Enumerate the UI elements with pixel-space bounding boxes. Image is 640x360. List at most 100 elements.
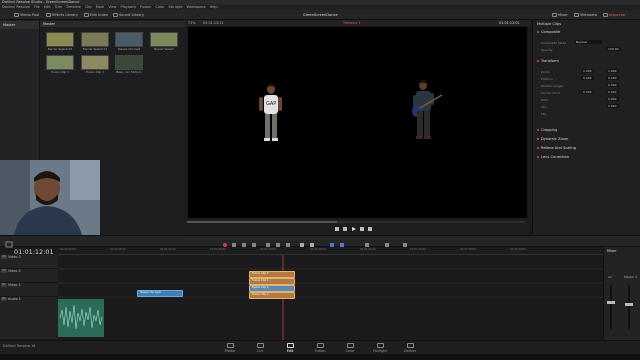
opacity-value[interactable]: 100.00 (606, 47, 621, 51)
anchor-y[interactable]: 0.000 (606, 90, 619, 94)
track-id: V3 (1, 255, 7, 259)
app-version: DaVinci Resolve 16 (3, 344, 36, 348)
menu-item[interactable]: Color (155, 5, 164, 9)
dynamic-zoom-section[interactable]: Dynamic Zoom (537, 137, 568, 141)
media-clip-thumbnail[interactable]: Bass - Ani 50 bpm (114, 55, 144, 77)
clip-label: Fusion Clip 2 (86, 70, 104, 74)
menu-item[interactable]: Fusion (140, 5, 151, 9)
track-id: V2 (1, 269, 7, 273)
project-title: GreenScreenDance (303, 13, 338, 17)
media-clip-thumbnail[interactable]: Fusion Clip 2 (80, 55, 110, 77)
edit-index-button[interactable]: Edit Index (84, 12, 108, 18)
clip-preview (81, 55, 109, 70)
media-clip-thumbnail[interactable]: Barrier Splash 03 (80, 32, 110, 54)
master-fader-track (628, 285, 630, 329)
zoom-y[interactable]: 1.000 (606, 69, 619, 73)
rotation-label: Rotation Angle (541, 84, 564, 88)
menu-item[interactable]: Edit (44, 5, 51, 9)
edit-page-icon (286, 343, 294, 348)
position-y[interactable]: 0.000 (606, 76, 619, 80)
media-pool-button[interactable]: Media Pool (14, 12, 39, 18)
mixer-button[interactable]: Mixer (552, 12, 568, 18)
timeline-clip[interactable]: Fusion Clip 2 (249, 271, 295, 278)
effects-library-button[interactable]: Effects Library (46, 12, 78, 18)
mixer-title: Mixer (607, 249, 617, 253)
timeline-area[interactable] (58, 247, 603, 340)
loop-button (368, 227, 372, 231)
track-header-v3[interactable]: V3 Video 3 (0, 255, 58, 269)
mixer-channel: A1 (608, 275, 612, 279)
guitarist-figure (412, 79, 443, 139)
page-tab-color[interactable]: Color (335, 342, 365, 353)
timeline-clip[interactable]: Fusion Clip 2 (249, 292, 295, 299)
cropping-section[interactable]: Cropping (537, 128, 557, 132)
media-clip-thumbnail[interactable]: Sleeve clip.mp4 (114, 32, 144, 54)
webcam-overlay (0, 160, 100, 235)
pitch-value[interactable]: 0.000 (606, 97, 619, 101)
sound-library-button[interactable]: Sound Library (113, 12, 144, 18)
ruler-timecode: 01:00:50:00 (60, 248, 76, 251)
timeline-clip[interactable]: Fusion Clip 1 (249, 278, 295, 285)
page-tab-media[interactable]: Media (215, 342, 245, 353)
media-page-icon (226, 343, 234, 348)
track-header-v1[interactable]: V1 Video 1 (0, 283, 58, 297)
timeline-clip[interactable]: Sleeve clip.mp4 (137, 290, 183, 297)
page-tab-fairlight[interactable]: Fairlight (365, 342, 395, 353)
inspector-icon (603, 13, 608, 17)
position-x[interactable]: 0.000 (581, 76, 594, 80)
lens-correction-section[interactable]: Lens Correction (537, 155, 569, 159)
clip-preview (81, 32, 109, 47)
menu-item[interactable]: Playback (121, 5, 137, 9)
svg-text:GAP: GAP (266, 101, 276, 107)
menu-item[interactable]: Help (210, 5, 218, 9)
media-clip-thumbnail[interactable]: Barrier Splash 03 (45, 32, 75, 54)
ruler-timecode: 01:01:20:00 (310, 248, 326, 251)
track-header-a1[interactable]: A1 Audio 1 (0, 297, 58, 340)
clip-label: Bass - Ani 50 bpm (116, 70, 142, 74)
viewer-canvas[interactable]: GAP (188, 27, 527, 218)
track-header-v2[interactable]: V2 Video 2 (0, 269, 58, 283)
menu-item[interactable]: Timeline (66, 5, 81, 9)
media-clip-thumbnail[interactable]: Fusion Clip 1 (45, 55, 75, 77)
yaw-label: Yaw (541, 105, 547, 109)
ruler-timecode: 01:01:38:00 (460, 248, 476, 251)
composite-mode-select[interactable]: Normal (574, 40, 602, 44)
page-tab-edit[interactable]: Edit (275, 342, 305, 353)
menu-item[interactable]: DaVinci Resolve (2, 5, 30, 9)
channel-fader (607, 301, 615, 304)
bin-master[interactable]: Master (0, 21, 39, 29)
menu-item[interactable]: Clip (85, 5, 92, 9)
inspector-button[interactable]: Inspector (603, 12, 626, 18)
clip-preview (115, 55, 143, 70)
menu-item[interactable]: File (34, 5, 40, 9)
track-name: Video 1 (8, 283, 21, 287)
menu-item[interactable]: Fairlight (168, 5, 182, 9)
retime-section[interactable]: Retime And Scaling (537, 146, 576, 150)
timeline-ruler[interactable]: 01:00:50:00 01:00:56:00 01:01:02:00 01:01:0… (58, 247, 603, 255)
composite-section[interactable]: Composite (537, 30, 560, 34)
menu-item[interactable]: Trim (55, 5, 62, 9)
zoom-label: Zoom (541, 70, 550, 74)
menu-item[interactable]: Mark (96, 5, 105, 9)
metadata-button[interactable]: Metadata (574, 12, 597, 18)
timeline-clip[interactable]: Fusion Clip 1 (249, 285, 295, 292)
play-button (352, 227, 356, 231)
yaw-value[interactable]: 0.000 (606, 104, 619, 108)
top-toolbar: Media Pool Effects Library Edit Index So… (0, 10, 640, 20)
zoom-x[interactable]: 1.000 (581, 69, 594, 73)
layout-icon (5, 241, 13, 248)
position-label: Position (541, 77, 553, 81)
transform-section[interactable]: Transform (537, 59, 559, 63)
menu-item[interactable]: View (108, 5, 116, 9)
viewer-zoom[interactable]: 73% (188, 20, 196, 26)
menu-item[interactable]: Workspace (187, 5, 206, 9)
os-taskbar (0, 354, 640, 360)
anchor-x[interactable]: 0.000 (581, 90, 594, 94)
page-tab-cut[interactable]: Cut (245, 342, 275, 353)
rotation-value[interactable]: 0.000 (606, 83, 619, 87)
media-clip-thumbnail[interactable]: Barrier Splash (149, 32, 179, 54)
page-tab-deliver[interactable]: Deliver (395, 342, 425, 353)
timeline-name[interactable]: Timeline 1 (343, 20, 361, 26)
page-tab-fusion[interactable]: Fusion (305, 342, 335, 353)
track-name: Audio 1 (8, 297, 21, 301)
